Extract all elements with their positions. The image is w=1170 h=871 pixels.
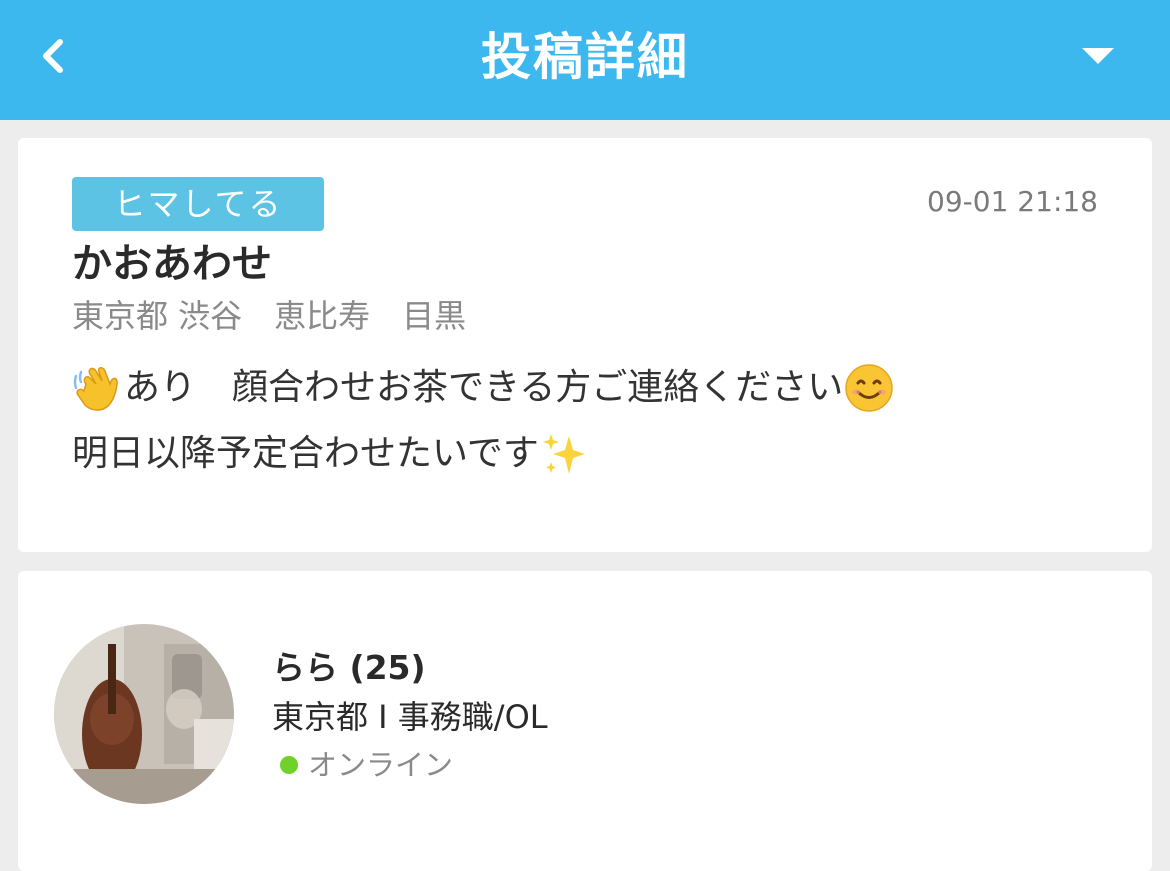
page-title: 投稿詳細 — [481, 28, 689, 86]
online-status-label: オンライン — [308, 748, 454, 782]
status-badge: ヒマしてる — [72, 177, 324, 231]
waving-hand-icon — [73, 367, 118, 411]
post-body-text-2: 明日以降予定合わせたいです — [72, 433, 539, 474]
post-card: ヒマしてる 09-01 21:18 かおあわせ 東京都 渋谷 恵比寿 目黒 あり… — [18, 138, 1152, 552]
online-dot-icon — [280, 756, 298, 774]
post-title: かおあわせ — [72, 241, 272, 287]
user-card[interactable]: らら (25) 東京都 I 事務職/OL オンライン — [18, 571, 1152, 871]
post-body-line: あり 顔合わせお茶できる方ご連絡ください — [72, 355, 895, 421]
sparkles-icon — [542, 434, 585, 474]
user-avatar[interactable] — [54, 624, 234, 804]
post-body-text-1: あり 顔合わせお茶できる方ご連絡ください — [124, 367, 844, 408]
user-info: 東京都 I 事務職/OL — [272, 698, 548, 736]
user-name: らら (25) — [272, 648, 426, 687]
triangle-down-icon[interactable] — [1080, 44, 1116, 68]
post-body-line: 明日以降予定合わせたいです — [72, 421, 895, 487]
post-timestamp: 09-01 21:18 — [927, 185, 1098, 218]
app-header: 投稿詳細 — [0, 0, 1170, 120]
online-status: オンライン — [280, 745, 453, 785]
smiling-face-icon — [845, 364, 894, 412]
post-body: あり 顔合わせお茶できる方ご連絡ください 明日以降予定合わせたいです — [72, 355, 895, 487]
post-location: 東京都 渋谷 恵比寿 目黒 — [72, 297, 467, 335]
